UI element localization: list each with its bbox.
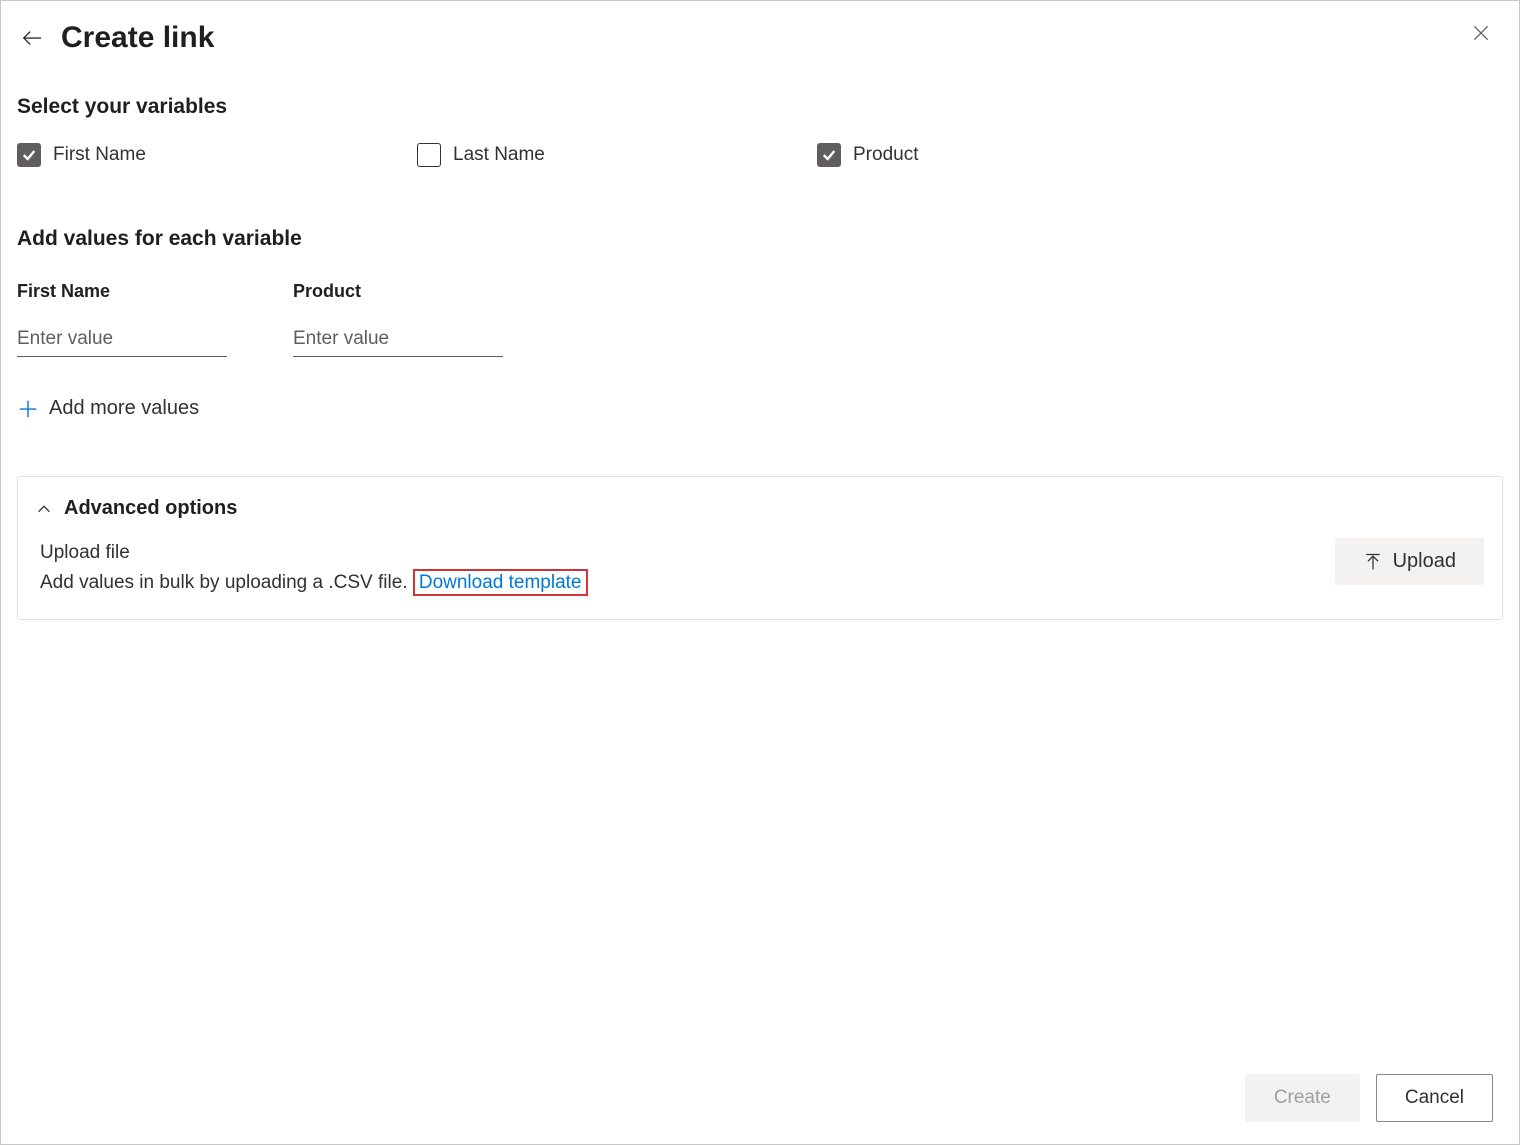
product-input[interactable] <box>293 322 503 357</box>
arrow-left-icon <box>21 27 43 49</box>
dialog-header: Create link <box>17 21 1503 55</box>
advanced-options-panel: Advanced options Upload file Add values … <box>17 476 1503 620</box>
variable-item-product: Product <box>817 143 1217 167</box>
add-values-heading: Add values for each variable <box>17 227 1503 251</box>
value-label: First Name <box>17 281 227 302</box>
plus-icon <box>17 398 39 420</box>
checkmark-icon <box>21 147 37 163</box>
add-more-values-label: Add more values <box>49 397 199 420</box>
download-template-link[interactable]: Download template <box>413 569 588 596</box>
dialog-footer: Create Cancel <box>1245 1074 1493 1122</box>
upload-button-label: Upload <box>1393 550 1456 573</box>
upload-file-title: Upload file <box>40 538 588 568</box>
checkbox-last-name[interactable] <box>417 143 441 167</box>
select-variables-section: Select your variables First Name Last Na… <box>17 95 1503 167</box>
variables-row: First Name Last Name Product <box>17 143 1503 167</box>
add-values-section: Add values for each variable First Name … <box>17 227 1503 420</box>
value-field-first-name: First Name <box>17 281 227 357</box>
variable-label: Product <box>853 144 918 166</box>
checkbox-first-name[interactable] <box>17 143 41 167</box>
select-variables-heading: Select your variables <box>17 95 1503 119</box>
variable-item-first-name: First Name <box>17 143 417 167</box>
upload-file-desc-line: Add values in bulk by uploading a .CSV f… <box>40 568 588 598</box>
close-button[interactable] <box>1467 19 1495 50</box>
create-button[interactable]: Create <box>1245 1074 1360 1122</box>
cancel-button[interactable]: Cancel <box>1376 1074 1493 1122</box>
advanced-text: Upload file Add values in bulk by upload… <box>40 538 588 599</box>
chevron-up-icon <box>36 501 52 517</box>
upload-button[interactable]: Upload <box>1335 538 1484 585</box>
values-row: First Name Product <box>17 281 1503 357</box>
advanced-options-body: Upload file Add values in bulk by upload… <box>36 538 1484 599</box>
close-icon <box>1471 23 1491 43</box>
dialog-title: Create link <box>61 21 214 55</box>
value-field-product: Product <box>293 281 503 357</box>
advanced-options-heading: Advanced options <box>64 497 237 520</box>
back-button[interactable] <box>17 23 47 53</box>
add-more-values-button[interactable]: Add more values <box>17 397 199 420</box>
first-name-input[interactable] <box>17 322 227 357</box>
variable-item-last-name: Last Name <box>417 143 817 167</box>
variable-label: Last Name <box>453 144 545 166</box>
value-label: Product <box>293 281 503 302</box>
checkbox-product[interactable] <box>817 143 841 167</box>
advanced-options-toggle[interactable]: Advanced options <box>36 497 1484 520</box>
variable-label: First Name <box>53 144 146 166</box>
upload-file-desc: Add values in bulk by uploading a .CSV f… <box>40 572 408 593</box>
checkmark-icon <box>821 147 837 163</box>
upload-icon <box>1363 552 1383 572</box>
